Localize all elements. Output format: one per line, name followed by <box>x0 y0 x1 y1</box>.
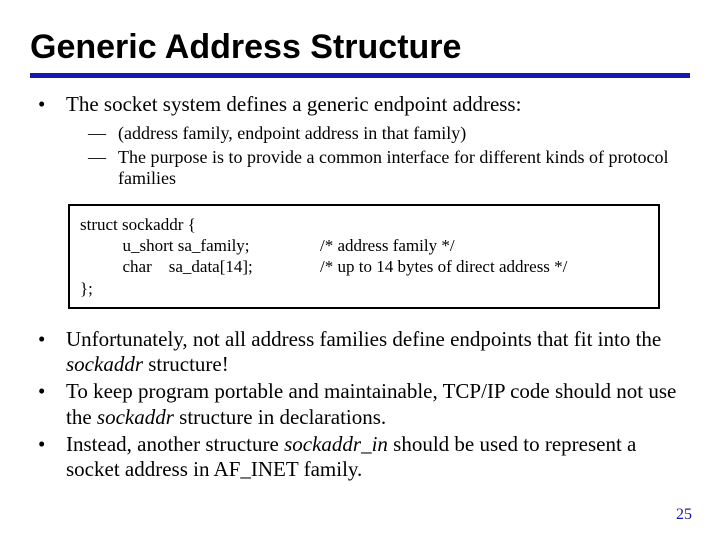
sub-bullet-list: — (address family, endpoint address in t… <box>38 123 690 190</box>
code-text: }; <box>80 278 320 299</box>
code-line: u_short sa_family; /* address family */ <box>80 235 648 256</box>
bullet-marker: • <box>38 432 66 482</box>
bullet-marker: • <box>38 327 66 377</box>
sub-bullet-marker: — <box>88 123 118 145</box>
text-span: structure! <box>143 352 229 376</box>
sub-bullet-item: — (address family, endpoint address in t… <box>88 123 690 145</box>
slide-title: Generic Address Structure <box>30 28 690 78</box>
italic-term: sockaddr <box>97 405 174 429</box>
sub-bullet-text: The purpose is to provide a common inter… <box>118 147 690 190</box>
code-decl: u_short sa_family; <box>80 235 320 256</box>
text-span: Instead, another structure <box>66 432 284 456</box>
sub-bullet-text: (address family, endpoint address in tha… <box>118 123 690 145</box>
bullet-text: Unfortunately, not all address families … <box>66 327 690 377</box>
text-span: Unfortunately, not all address families … <box>66 327 661 351</box>
code-line: struct sockaddr { <box>80 214 648 235</box>
bullet-text: The socket system defines a generic endp… <box>66 92 690 117</box>
text-span: structure in declarations. <box>174 405 386 429</box>
bullet-item: • To keep program portable and maintaina… <box>38 379 690 429</box>
code-comment: /* up to 14 bytes of direct address */ <box>320 256 648 277</box>
bullet-item: • Unfortunately, not all address familie… <box>38 327 690 377</box>
page-number: 25 <box>676 506 692 524</box>
bullet-item: • The socket system defines a generic en… <box>38 92 690 117</box>
code-text: struct sockaddr { <box>80 214 320 235</box>
code-decl: char sa_data[14]; <box>80 256 320 277</box>
sub-bullet-item: — The purpose is to provide a common int… <box>88 147 690 190</box>
bullet-list-top: • The socket system defines a generic en… <box>30 92 690 190</box>
bullet-text: Instead, another structure sockaddr_in s… <box>66 432 690 482</box>
code-line: }; <box>80 278 648 299</box>
bullet-list-bottom: • Unfortunately, not all address familie… <box>30 327 690 482</box>
bullet-marker: • <box>38 379 66 429</box>
bullet-text: To keep program portable and maintainabl… <box>66 379 690 429</box>
bullet-item: • Instead, another structure sockaddr_in… <box>38 432 690 482</box>
code-line: char sa_data[14]; /* up to 14 bytes of d… <box>80 256 648 277</box>
code-block: struct sockaddr { u_short sa_family; /* … <box>68 204 660 309</box>
sub-bullet-marker: — <box>88 147 118 190</box>
code-comment: /* address family */ <box>320 235 648 256</box>
bullet-marker: • <box>38 92 66 117</box>
italic-term: sockaddr_in <box>284 432 388 456</box>
italic-term: sockaddr <box>66 352 143 376</box>
